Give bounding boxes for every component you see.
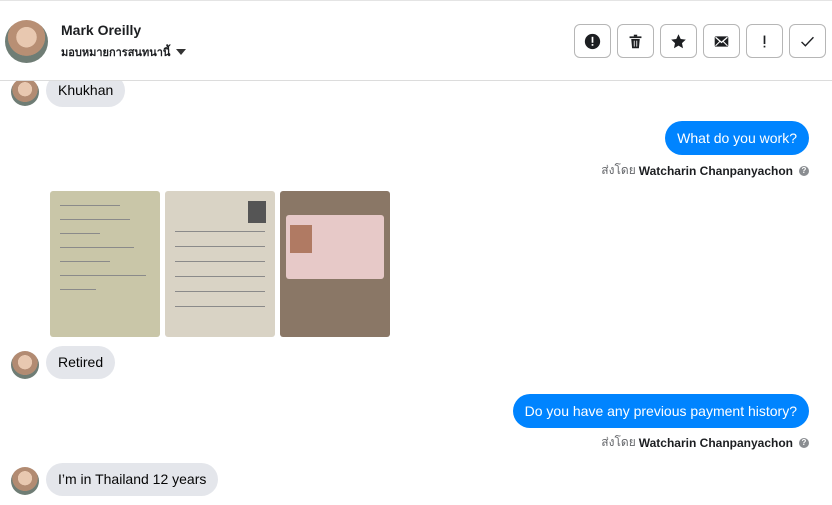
assign-label: มอบหมายการสนทนานี้ (61, 47, 171, 59)
chevron-down-icon (176, 49, 187, 55)
header-actions (574, 24, 826, 58)
exclamation-icon (763, 35, 766, 47)
help-icon[interactable]: ? (799, 165, 809, 176)
message-incoming: I’m in Thailand 12 years (46, 463, 219, 496)
avatar[interactable] (11, 78, 39, 106)
star-icon (671, 33, 686, 48)
message-outgoing: Do you have any previous payment history… (512, 394, 809, 428)
attachment-photo-document[interactable] (165, 191, 275, 337)
mark-unread-button[interactable] (703, 24, 740, 58)
star-button[interactable] (660, 24, 697, 58)
attachment-photo-id-card[interactable] (280, 191, 390, 337)
message-outgoing: What do you work? (665, 121, 809, 155)
help-icon[interactable]: ? (799, 437, 809, 448)
avatar[interactable] (11, 351, 39, 379)
sent-by-prefix: ส่งโดย (601, 435, 636, 449)
agent-name: Watcharin Chanpanyachon (638, 435, 793, 450)
message-incoming: Retired (46, 346, 116, 379)
agent-name: Watcharin Chanpanyachon (638, 163, 793, 178)
check-icon (801, 36, 814, 47)
contact-name[interactable]: Mark Oreilly (61, 22, 141, 38)
assign-conversation-dropdown[interactable]: มอบหมายการสนทนานี้ (61, 43, 187, 61)
attachment-photo-bank-details[interactable] (50, 191, 160, 337)
delete-button[interactable] (617, 24, 654, 58)
sent-by-label: ส่งโดย Watcharin Chanpanyachon ? (601, 433, 809, 452)
conversation-header: Mark Oreilly มอบหมายการสนทนานี้ (0, 0, 832, 81)
avatar[interactable] (11, 467, 39, 495)
trash-icon (629, 34, 642, 48)
avatar[interactable] (5, 20, 48, 63)
sent-by-label: ส่งโดย Watcharin Chanpanyachon ? (601, 161, 809, 180)
alert-circle-icon (584, 33, 601, 49)
done-button[interactable] (789, 24, 826, 58)
sent-by-prefix: ส่งโดย (601, 163, 636, 177)
envelope-icon (714, 35, 729, 47)
report-button[interactable] (574, 24, 611, 58)
important-button[interactable] (746, 24, 783, 58)
